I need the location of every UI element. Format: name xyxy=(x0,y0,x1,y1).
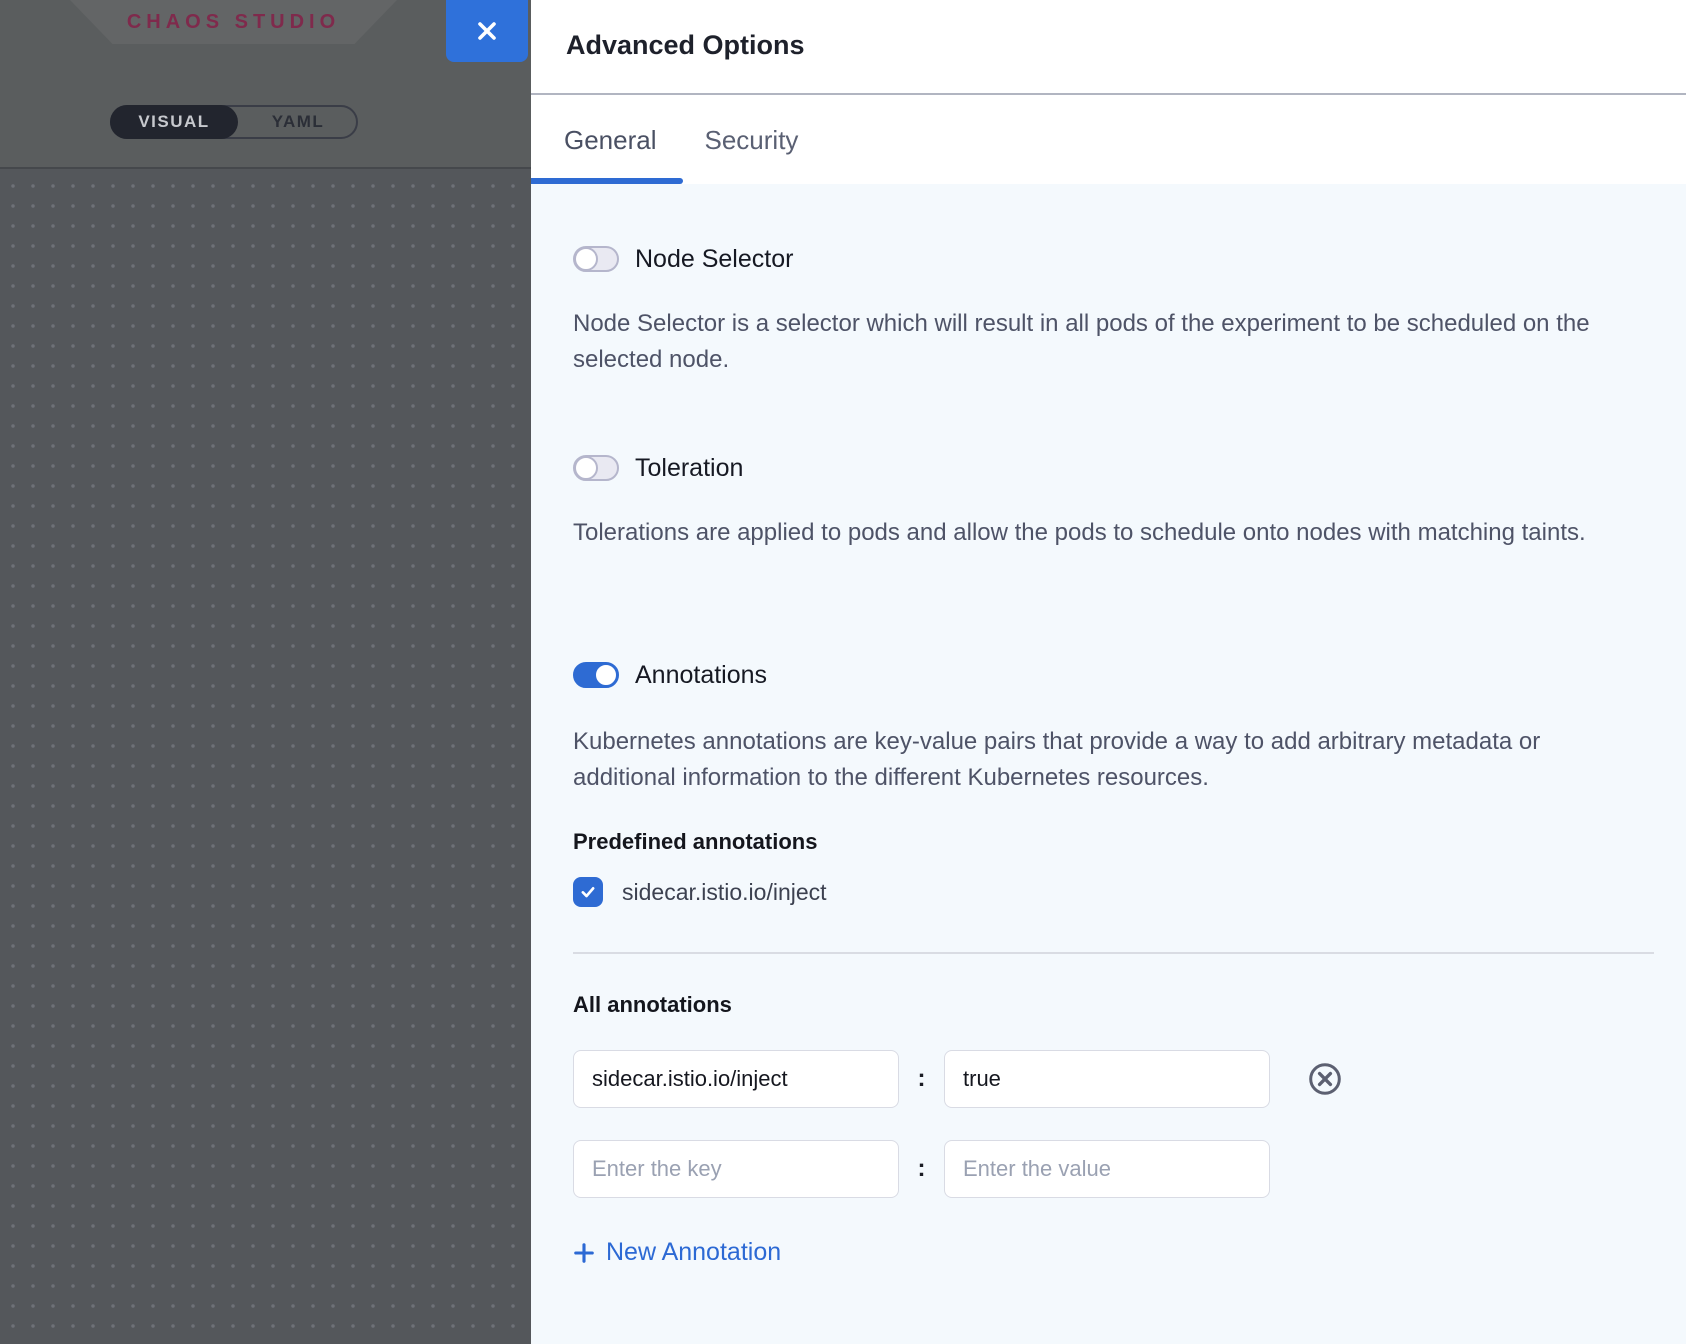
tab-general[interactable]: General xyxy=(564,112,657,168)
toleration-row: Toleration xyxy=(573,451,743,485)
predefined-annotation-item: sidecar.istio.io/inject xyxy=(573,876,827,908)
predefined-annotations-heading: Predefined annotations xyxy=(573,829,817,855)
node-selector-toggle[interactable] xyxy=(573,246,619,272)
advanced-options-panel: Advanced Options General Security Node S… xyxy=(531,0,1686,1344)
toleration-description: Tolerations are applied to pods and allo… xyxy=(573,515,1623,551)
node-selector-row: Node Selector xyxy=(573,242,793,276)
sidecar-inject-checkbox-label: sidecar.istio.io/inject xyxy=(622,879,827,906)
annotation-value-input[interactable] xyxy=(944,1050,1270,1108)
close-icon xyxy=(474,18,500,44)
check-icon xyxy=(577,881,599,903)
key-value-separator: : xyxy=(899,1050,944,1108)
key-value-separator: : xyxy=(899,1140,944,1198)
section-divider xyxy=(573,952,1654,954)
panel-title: Advanced Options xyxy=(566,30,805,61)
chaos-studio-title: CHAOS STUDIO xyxy=(127,11,340,34)
annotation-value-input[interactable] xyxy=(944,1140,1270,1198)
annotations-row: Annotations xyxy=(573,658,767,692)
yaml-tab[interactable]: YAML xyxy=(238,105,358,139)
annotations-description: Kubernetes annotations are key-value pai… xyxy=(573,724,1623,796)
toggle-knob xyxy=(574,456,598,480)
view-mode-toggle[interactable]: VISUAL YAML xyxy=(110,105,358,139)
toleration-label: Toleration xyxy=(635,454,743,483)
close-panel-button[interactable] xyxy=(446,0,528,62)
node-selector-label: Node Selector xyxy=(635,245,793,274)
sidecar-inject-checkbox[interactable] xyxy=(573,877,603,907)
plus-icon xyxy=(573,1242,595,1264)
new-annotation-label: New Annotation xyxy=(606,1238,781,1267)
node-selector-description: Node Selector is a selector which will r… xyxy=(573,306,1623,378)
annotation-key-input[interactable] xyxy=(573,1050,899,1108)
remove-annotation-button[interactable] xyxy=(1307,1061,1343,1097)
header-divider xyxy=(531,93,1686,95)
chaos-studio-background: CHAOS STUDIO VISUAL YAML xyxy=(0,0,531,1344)
tab-security[interactable]: Security xyxy=(705,112,799,168)
tab-bar: General Security xyxy=(564,112,798,168)
general-tab-content: Node Selector Node Selector is a selecto… xyxy=(531,184,1686,1344)
annotation-key-input[interactable] xyxy=(573,1140,899,1198)
visual-tab[interactable]: VISUAL xyxy=(110,105,238,139)
remove-icon xyxy=(1307,1061,1343,1097)
toleration-toggle[interactable] xyxy=(573,455,619,481)
toggle-knob xyxy=(594,663,618,687)
all-annotations-heading: All annotations xyxy=(573,992,732,1018)
experiment-canvas xyxy=(0,171,531,1344)
toggle-knob xyxy=(574,247,598,271)
annotations-label: Annotations xyxy=(635,661,767,690)
annotations-toggle[interactable] xyxy=(573,662,619,688)
new-annotation-button[interactable]: New Annotation xyxy=(573,1238,781,1267)
chaos-studio-banner: CHAOS STUDIO xyxy=(70,0,397,44)
